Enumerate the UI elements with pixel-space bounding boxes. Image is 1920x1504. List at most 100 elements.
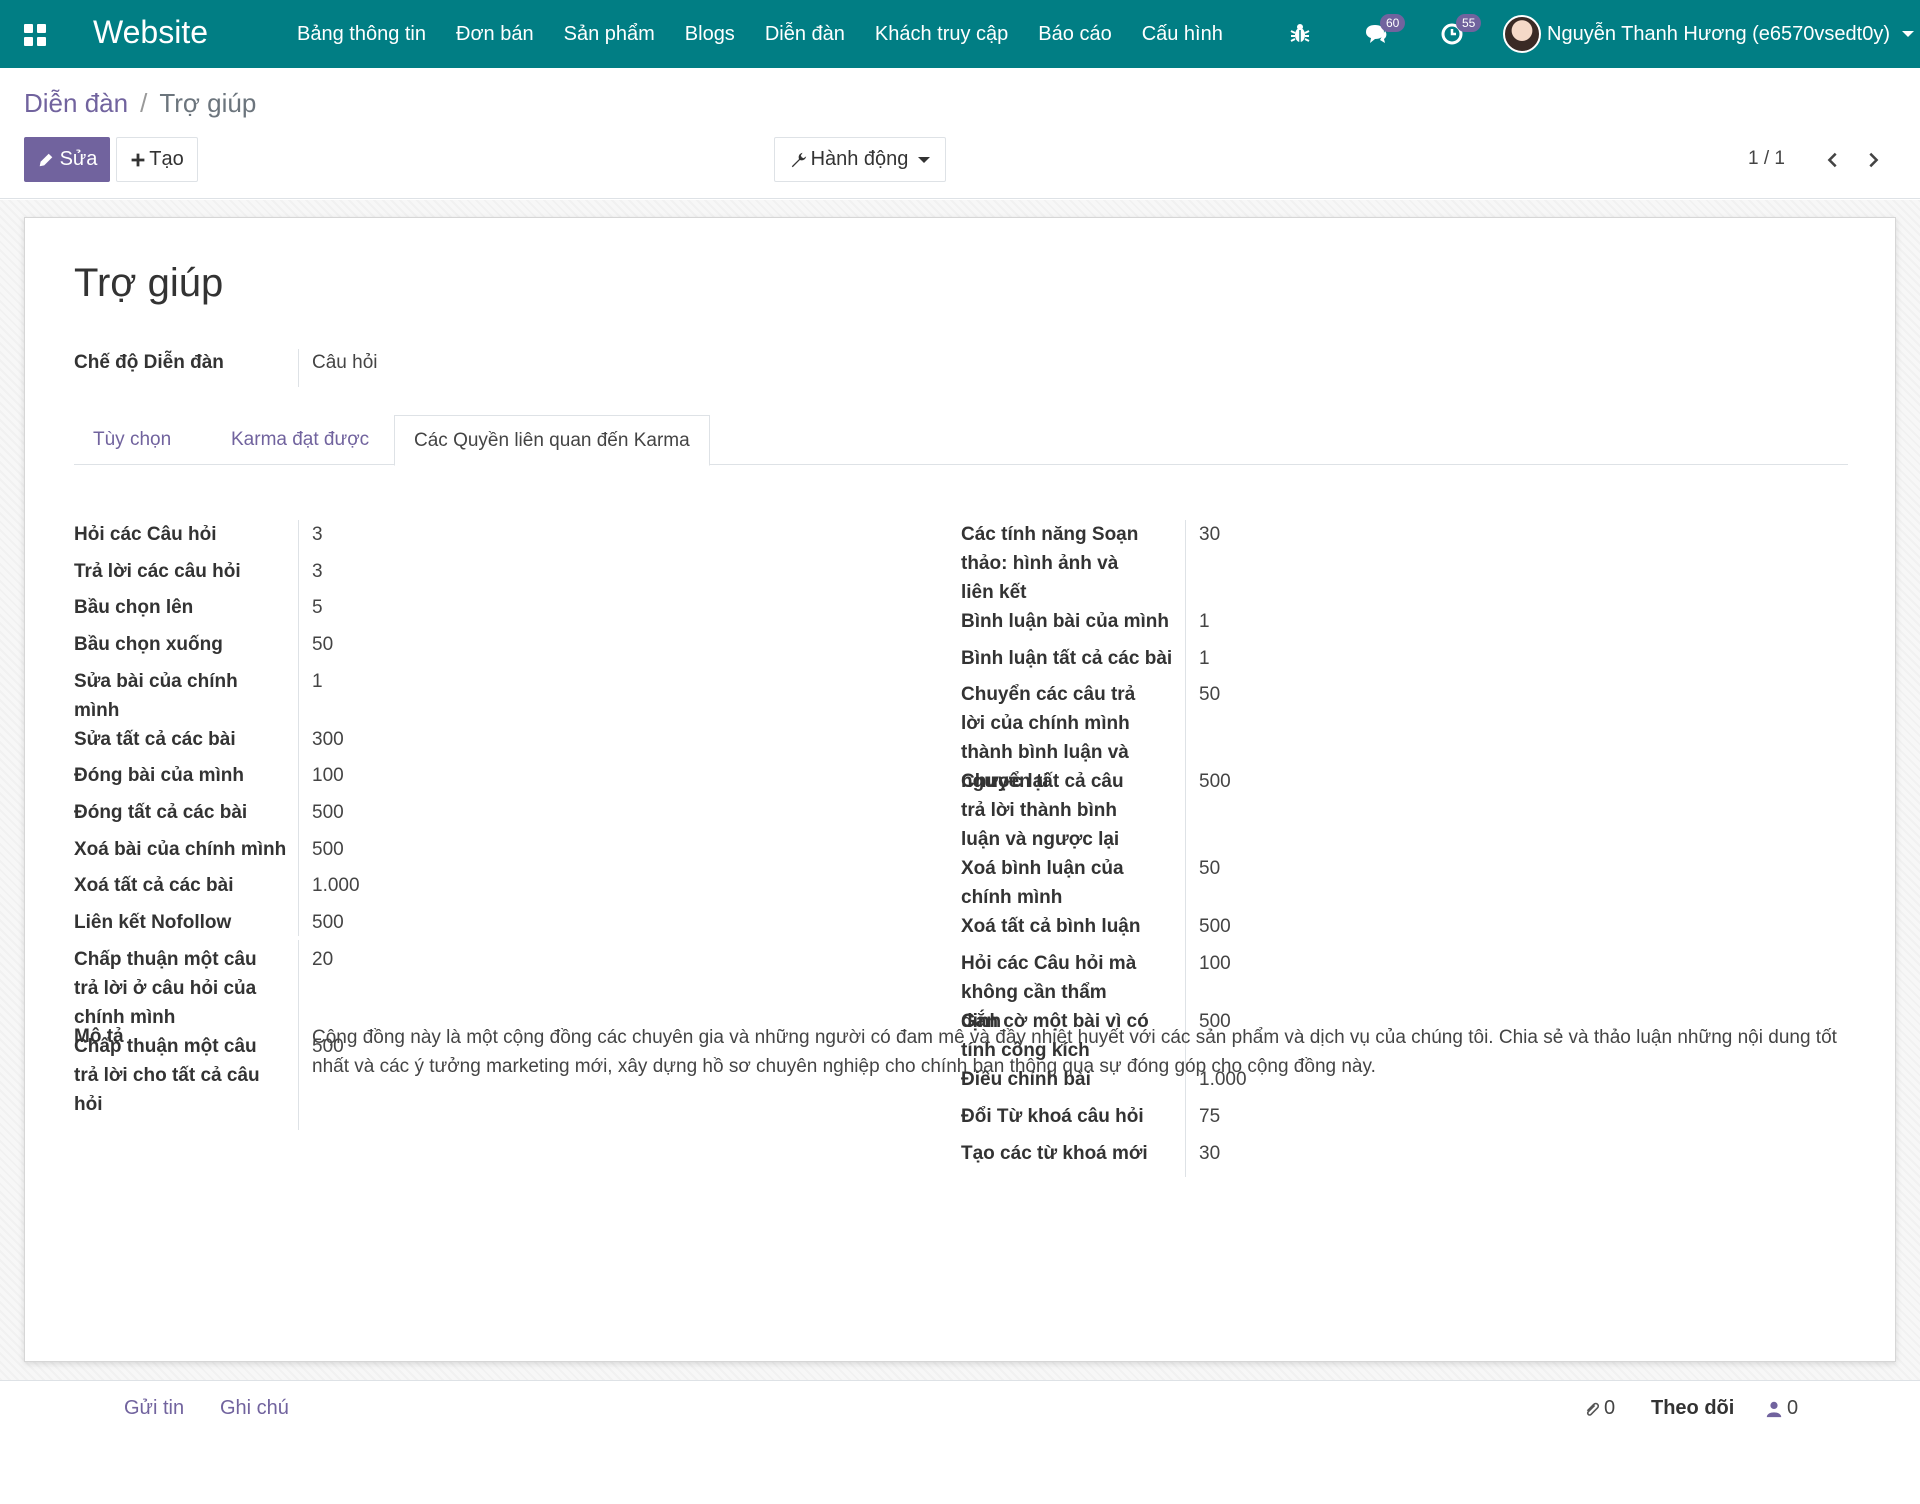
edit-button[interactable]: Sửa — [24, 137, 110, 182]
bug-icon[interactable] — [1286, 20, 1314, 48]
forum-mode-value: Câu hỏi — [312, 352, 378, 373]
chevron-right-icon[interactable] — [1859, 146, 1887, 174]
menu-item-sales-orders[interactable]: Đơn bán — [456, 23, 534, 46]
action-dropdown-label: Hành động — [810, 148, 909, 170]
field-value: 100 — [312, 765, 344, 786]
field-value: 1 — [1199, 611, 1210, 632]
attachments-button[interactable]: 0 — [1582, 1397, 1615, 1420]
field-label: Sửa bài của chính mình — [74, 671, 238, 721]
caret-down-icon — [918, 156, 931, 163]
user-name: Nguyễn Thanh Hương (e6570vsedt0y) — [1547, 22, 1891, 45]
breadcrumb-separator: / — [140, 88, 148, 118]
record-title: Trợ giúp — [74, 261, 224, 305]
field-label: Các tính năng Soạn thảo: hình ảnh và liê… — [961, 524, 1139, 603]
paperclip-icon — [1586, 1402, 1600, 1416]
field-label: Chuyển tất cả câu trả lời thành bình luậ… — [961, 771, 1124, 850]
field-label: Đổi Từ khoá câu hỏi — [961, 1106, 1144, 1127]
control-panel: Diễn đàn / Trợ giúp Sửa Tạo Hành động 1 … — [0, 68, 1920, 199]
menu-item-reports[interactable]: Báo cáo — [1038, 23, 1111, 46]
pencil-icon — [39, 153, 52, 166]
field-label: Xoá bình luận của chính mình — [961, 858, 1124, 908]
menu-item-configuration[interactable]: Cấu hình — [1142, 23, 1223, 46]
pager-value[interactable]: 1 / 1 — [1748, 148, 1785, 170]
field-label: Hỏi các Câu hỏi — [74, 524, 217, 545]
field-label: Bầu chọn xuống — [74, 634, 223, 655]
field-value: 500 — [1199, 771, 1231, 792]
field-label: Bình luận tất cả các bài — [961, 648, 1173, 669]
field-label: Đóng tất cả các bài — [74, 802, 248, 823]
field-label: Liên kết Nofollow — [74, 912, 232, 933]
field-value: 5 — [312, 597, 323, 618]
field-value: 500 — [312, 802, 344, 823]
menu-item-products[interactable]: Sản phẩm — [564, 23, 655, 46]
app-brand[interactable]: Website — [93, 14, 208, 51]
followers-count: 0 — [1787, 1397, 1799, 1419]
chat-icon[interactable]: 60 — [1362, 14, 1406, 48]
edit-button-label: Sửa — [59, 148, 98, 170]
field-label: Bình luận bài của mình — [961, 611, 1169, 632]
field-value: 75 — [1199, 1106, 1221, 1127]
field-label: Tạo các từ khoá mới — [961, 1143, 1148, 1164]
menu-item-forum[interactable]: Diễn đàn — [765, 23, 845, 46]
menu-item-dashboard[interactable]: Bảng thông tin — [297, 23, 426, 46]
field-value: 3 — [312, 524, 323, 545]
main-menu: Bảng thông tin Đơn bán Sản phẩm Blogs Di… — [297, 0, 1253, 68]
user-menu[interactable]: Nguyễn Thanh Hương (e6570vsedt0y) — [1503, 12, 1915, 56]
followers-button[interactable]: 0 — [1765, 1397, 1798, 1420]
avatar — [1503, 15, 1541, 53]
field-value: 1 — [312, 671, 323, 692]
follow-button[interactable]: Theo dõi — [1651, 1397, 1734, 1420]
field-value: 3 — [312, 561, 323, 582]
action-dropdown[interactable]: Hành động — [774, 137, 946, 182]
log-note-button[interactable]: Ghi chú — [220, 1397, 289, 1420]
plus-icon — [131, 153, 145, 166]
attachments-count: 0 — [1604, 1397, 1616, 1419]
apps-menu-icon[interactable] — [24, 24, 46, 46]
field-label: Xoá tất cả bình luận — [961, 916, 1141, 937]
description-value: Cộng đồng này là một cộng đồng các chuyê… — [312, 1027, 1837, 1077]
chevron-down-icon — [1902, 31, 1915, 37]
send-message-button[interactable]: Gửi tin — [124, 1397, 184, 1420]
create-button[interactable]: Tạo — [116, 137, 198, 182]
field-label: Đóng bài của mình — [74, 765, 244, 786]
field-value: 50 — [1199, 684, 1221, 705]
description-label: Mô tả — [74, 1026, 124, 1047]
field-value: 500 — [312, 839, 344, 860]
forum-mode-label: Chế độ Diễn đàn — [74, 352, 224, 373]
field-value: 50 — [312, 634, 334, 655]
field-label: Sửa tất cả các bài — [74, 729, 236, 750]
field-value: 30 — [1199, 524, 1221, 545]
field-value: 1.000 — [312, 875, 360, 896]
menu-item-visitors[interactable]: Khách truy cập — [875, 23, 1008, 46]
left-field-group: Hỏi các Câu hỏi 3 Trả lời các câu hỏi 3 Bầ… — [74, 520, 934, 940]
chatter-topbar: Gửi tin Ghi chú 0 Theo dõi 0 — [0, 1380, 1920, 1442]
field-label: Trả lời các câu hỏi — [74, 561, 241, 582]
wrench-icon — [791, 152, 806, 167]
chevron-left-icon[interactable] — [1819, 146, 1847, 174]
systray: 60 55 — [1286, 0, 1514, 68]
field-label: Bầu chọn lên — [74, 597, 194, 618]
field-label: Chấp thuận một câu trả lời ở câu hỏi của… — [74, 949, 257, 1028]
field-value: 300 — [312, 729, 344, 750]
divider — [298, 349, 299, 387]
messages-badge: 60 — [1380, 14, 1406, 32]
field-value: 20 — [312, 949, 334, 970]
top-navbar: Website Bảng thông tin Đơn bán Sản phẩm … — [0, 0, 1920, 68]
field-value: 50 — [1199, 858, 1221, 879]
field-value: 1 — [1199, 648, 1210, 669]
user-icon — [1766, 1401, 1782, 1417]
field-value: 100 — [1199, 953, 1231, 974]
field-value: 500 — [1199, 916, 1231, 937]
field-label: Xoá tất cả các bài — [74, 875, 234, 896]
breadcrumb: Diễn đàn / Trợ giúp — [24, 88, 256, 119]
divider — [298, 1024, 299, 1088]
clock-icon[interactable]: 55 — [1438, 14, 1482, 48]
create-button-label: Tạo — [149, 148, 184, 170]
menu-item-blogs[interactable]: Blogs — [685, 23, 735, 46]
activities-badge: 55 — [1456, 14, 1482, 32]
tab-karma-rights[interactable]: Các Quyền liên quan đến Karma — [394, 415, 710, 466]
tab-karma-gains[interactable]: Karma đạt được — [212, 415, 388, 465]
field-label: Xoá bài của chính mình — [74, 839, 287, 860]
breadcrumb-parent-link[interactable]: Diễn đàn — [24, 88, 128, 119]
tab-options[interactable]: Tùy chọn — [74, 415, 190, 465]
